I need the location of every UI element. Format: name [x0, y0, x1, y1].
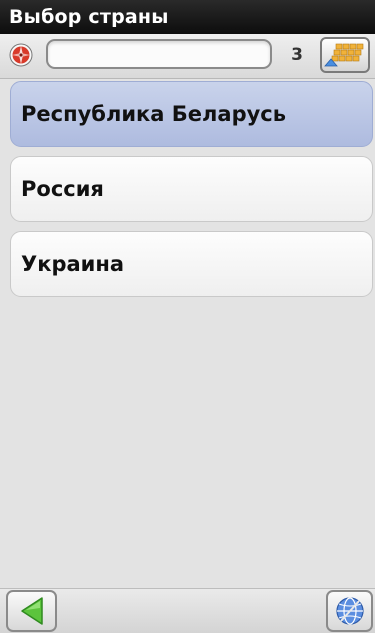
back-arrow-icon	[20, 597, 43, 625]
country-item[interactable]: Украина	[10, 231, 373, 297]
title-bar: Выбор страны	[0, 0, 375, 34]
compass-icon[interactable]	[9, 43, 33, 67]
globe-icon	[335, 597, 364, 625]
search-row: 3	[0, 34, 375, 79]
page-title: Выбор страны	[9, 6, 169, 28]
back-button[interactable]	[6, 590, 57, 632]
search-input[interactable]	[46, 39, 272, 69]
country-item[interactable]: Россия	[10, 156, 373, 222]
keyboard-button[interactable]	[320, 37, 370, 73]
result-count: 3	[291, 45, 303, 65]
country-item[interactable]: Республика Беларусь	[10, 81, 373, 147]
country-label: Республика Беларусь	[21, 102, 287, 126]
globe-button[interactable]	[326, 590, 373, 632]
country-label: Россия	[21, 177, 104, 201]
country-label: Украина	[21, 252, 125, 276]
keyboard-icon	[324, 43, 364, 67]
bottom-bar	[0, 588, 375, 633]
